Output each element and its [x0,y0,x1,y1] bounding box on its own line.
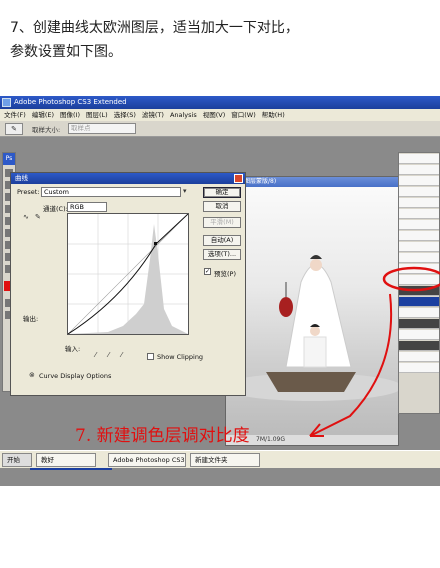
white-eyedropper-icon[interactable]: ⁄ [121,351,122,359]
options-bar: ✎ 取样大小: 取样点 [0,121,440,137]
show-clipping-label: Show Clipping [157,353,204,361]
channel-select[interactable]: RGB [67,202,107,212]
menu-window[interactable]: 窗口(W) [231,109,256,121]
preset-select[interactable]: Custom [41,187,181,197]
gray-eyedropper-icon[interactable]: ⁄ [108,351,109,359]
curves-graph[interactable] [67,213,189,335]
menu-file[interactable]: 文件(F) [4,109,26,121]
preview-checkbox[interactable]: ✓ [204,268,211,275]
preset-label: Preset: [17,188,40,196]
annotation-text: 7. 新建调色层调对比度 [75,426,250,446]
cancel-button[interactable]: 取消 [203,201,241,212]
annotation-arrow [309,293,393,437]
caption-line-1: 7、创建曲线太欧洲图层，适当加大一下对比， [10,20,299,36]
eyedropper-tool-icon[interactable]: ✎ [5,123,23,135]
show-clipping-checkbox[interactable] [147,353,154,360]
options-button[interactable]: 选项(T)... [203,249,241,260]
layer-row[interactable] [399,341,439,351]
layer-row[interactable] [399,187,439,197]
curves-title-text: 曲线 [15,174,28,182]
layer-row[interactable] [399,308,439,318]
ps-badge-icon: Ps [3,153,15,165]
preset-menu-icon[interactable]: ▾ [183,187,187,195]
app-titlebar: Adobe Photoshop CS3 Extended [0,96,440,109]
taskbar-item-folder[interactable]: 新建文件夹 [190,453,260,467]
layer-row[interactable] [399,242,439,252]
sample-size-label: 取样大小: [32,126,61,134]
layer-row[interactable] [399,319,439,329]
menu-filter[interactable]: 滤镜(T) [142,109,164,121]
layer-row[interactable] [399,220,439,230]
close-icon[interactable] [234,174,243,183]
photoshop-logo-icon [2,98,11,107]
sample-size-select[interactable]: 取样点 [68,123,136,134]
preview-label: 预览(P) [214,270,236,278]
layer-row[interactable] [399,352,439,362]
tutorial-caption: 7、创建曲线太欧洲图层，适当加大一下对比， 参数设置如下图。 [10,16,299,64]
windows-taskbar: 开始 教好 Adobe Photoshop CS3 E... 新建文件夹 [0,450,440,468]
auto-button[interactable]: 自动(A) [203,235,241,246]
layer-row[interactable] [399,253,439,263]
menu-help[interactable]: 帮助(H) [262,109,285,121]
taskbar-item-photoshop[interactable]: Adobe Photoshop CS3 E... [108,453,186,467]
menu-analysis[interactable]: Analysis [170,109,197,121]
expand-options-icon[interactable]: ⊗ [29,371,35,379]
layer-row[interactable] [399,209,439,219]
black-eyedropper-icon[interactable]: ⁄ [95,351,96,359]
output-label: 输出: [23,315,39,323]
app-title: Adobe Photoshop CS3 Extended [14,98,127,106]
curve-point-tool-icon[interactable]: ∿ [23,213,29,221]
layer-row[interactable] [399,330,439,340]
menu-edit[interactable]: 编辑(E) [32,109,54,121]
menu-bar: 文件(F) 编辑(E) 图像(I) 图层(L) 选择(S) 滤镜(T) Anal… [0,109,440,121]
pencil-tool-icon[interactable]: ✎ [35,213,41,221]
layer-row-selected[interactable] [399,297,439,307]
menu-view[interactable]: 视图(V) [203,109,226,121]
start-button[interactable]: 开始 [2,453,32,467]
taskbar-item[interactable]: 教好 [36,453,96,467]
photo-window-title: 图层蒙版/8) [226,177,398,187]
layer-row[interactable] [399,363,439,373]
ok-button[interactable]: 确定 [203,187,241,198]
layer-row[interactable] [399,154,439,164]
photoshop-screenshot: Adobe Photoshop CS3 Extended 文件(F) 编辑(E)… [0,96,440,486]
menu-select[interactable]: 选择(S) [114,109,136,121]
curve-display-options[interactable]: Curve Display Options [39,372,111,380]
menu-image[interactable]: 图像(I) [60,109,80,121]
layer-row[interactable] [399,176,439,186]
layer-row[interactable] [399,165,439,175]
channel-label: 通道(C): [43,205,68,213]
curves-dialog: 曲线 Preset: Custom ▾ 通道(C): RGB ∿ ✎ 输出: 输… [10,172,246,396]
menu-layer[interactable]: 图层(L) [86,109,108,121]
layer-row[interactable] [399,198,439,208]
smooth-button[interactable]: 平滑(M) [203,217,241,228]
input-label: 输入: [65,345,81,353]
caption-line-2: 参数设置如下图。 [10,44,122,60]
layer-row[interactable] [399,231,439,241]
curves-dialog-title: 曲线 [11,173,245,184]
